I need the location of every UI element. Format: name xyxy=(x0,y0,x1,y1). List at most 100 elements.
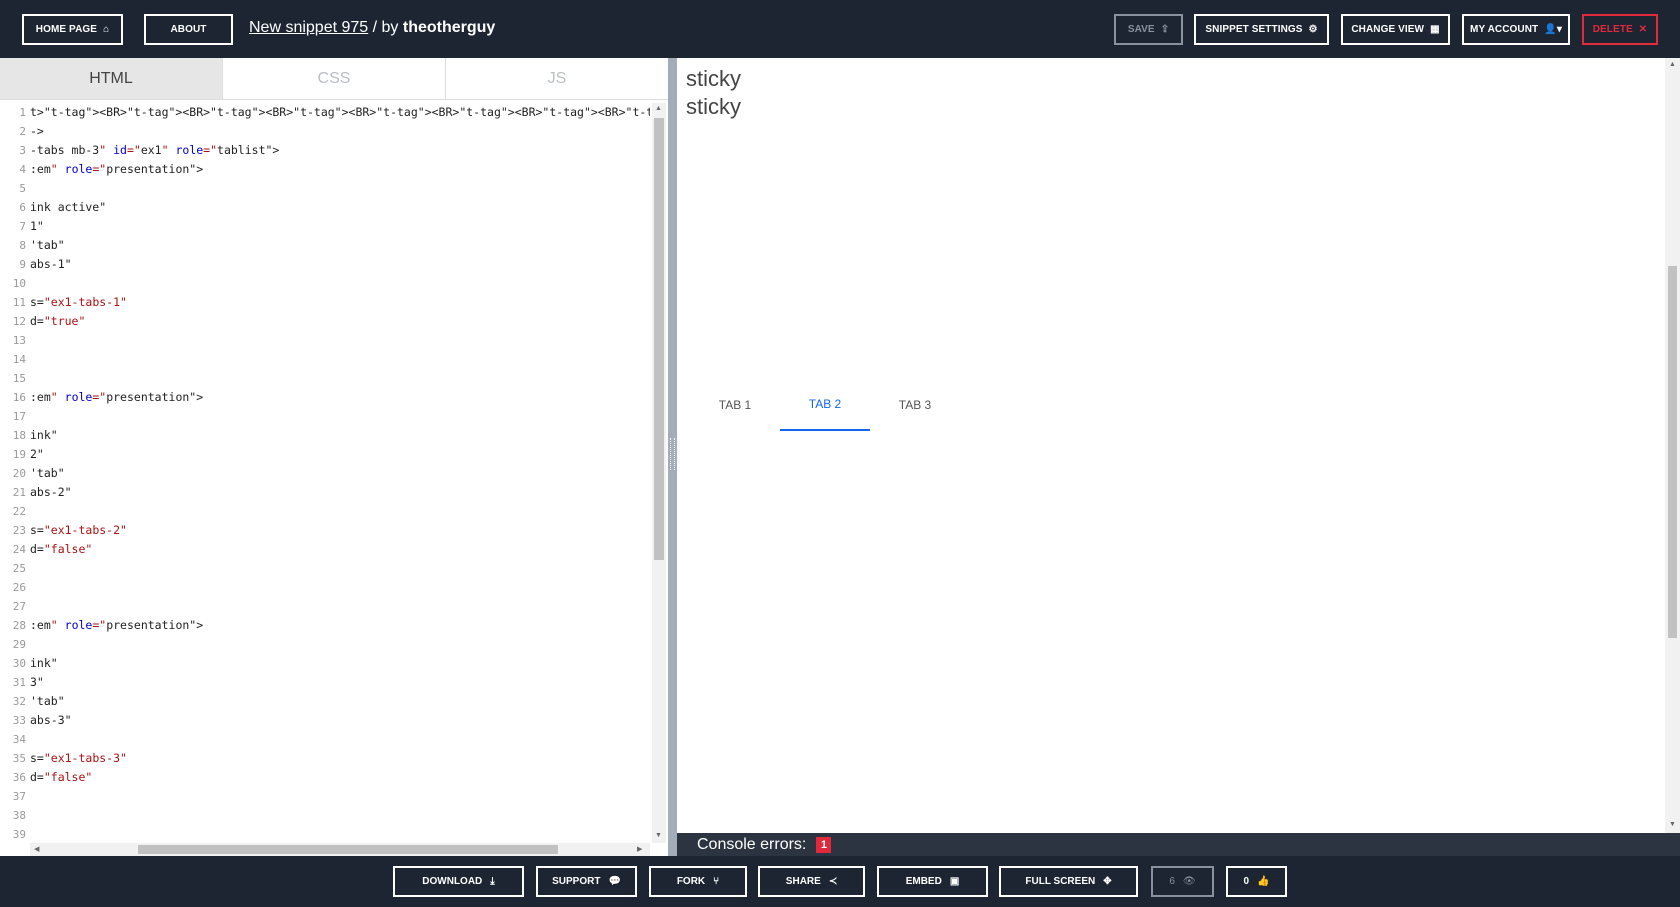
code-line[interactable]: t>"t-tag"><BR>"t-tag"><BR>"t-tag"><BR>"t… xyxy=(30,103,650,122)
code-line[interactable] xyxy=(30,502,650,521)
code-line[interactable]: abs-3" xyxy=(30,711,650,730)
code-line[interactable] xyxy=(30,407,650,426)
line-number: 20 xyxy=(12,467,26,480)
change-view-button[interactable]: CHANGE VIEW ▦ xyxy=(1341,14,1450,45)
editor-horizontal-scrollbar[interactable]: ◀ ▶ xyxy=(30,843,650,856)
scroll-down-icon[interactable]: ▼ xyxy=(1669,821,1676,828)
code-line[interactable] xyxy=(30,787,650,806)
line-number: 18 xyxy=(12,429,26,442)
code-line[interactable] xyxy=(30,179,650,198)
code-line[interactable] xyxy=(30,274,650,293)
code-line[interactable]: :em" role="presentation"> xyxy=(30,160,650,179)
editor-vertical-scrollbar[interactable]: ▲ ▼ xyxy=(652,103,666,843)
code-line[interactable] xyxy=(30,559,650,578)
change-view-label: CHANGE VIEW xyxy=(1351,24,1425,35)
tab-js[interactable]: JS xyxy=(446,58,668,99)
bottom-toolbar: DOWNLOAD ⤓ SUPPORT 💬 FORK ⑂ SHARE ≺ EMBE… xyxy=(0,856,1680,907)
embed-label: EMBED xyxy=(905,876,942,887)
code-line[interactable] xyxy=(30,331,650,350)
code-line[interactable]: d="true" xyxy=(30,312,650,331)
snippet-settings-button[interactable]: SNIPPET SETTINGS ⚙ xyxy=(1194,14,1329,45)
line-number: 27 xyxy=(12,600,26,613)
code-line[interactable]: 2" xyxy=(30,445,650,464)
full-screen-button[interactable]: FULL SCREEN ✥ xyxy=(999,866,1138,897)
by-text: / by xyxy=(368,19,403,36)
top-navbar: HOME PAGE ⌂ ABOUT New snippet 975 / by t… xyxy=(0,0,1680,58)
code-area[interactable]: 1 2 3 4 5 6 7 8 9 10 11 12 13 14 15 16 17 18 19 20 21 22 23 24 2… xyxy=(0,103,650,843)
line-number: 15 xyxy=(12,372,26,385)
code-line[interactable]: 'tab" xyxy=(30,464,650,483)
preview-vertical-scrollbar[interactable]: ▲ ▼ xyxy=(1665,58,1680,833)
code-line[interactable]: :em" role="presentation"> xyxy=(30,616,650,635)
like-button[interactable]: 0 👍 xyxy=(1226,866,1287,897)
code-line[interactable]: ink active" xyxy=(30,198,650,217)
tab-html[interactable]: HTML xyxy=(0,58,223,99)
embed-button[interactable]: EMBED ▣ xyxy=(877,866,988,897)
preview-tab-3[interactable]: TAB 3 xyxy=(870,379,960,431)
code-line[interactable] xyxy=(30,635,650,654)
about-button[interactable]: ABOUT xyxy=(144,14,233,45)
line-number: 5 xyxy=(19,182,26,195)
scroll-left-icon[interactable]: ◀ xyxy=(34,845,39,853)
line-number: 30 xyxy=(12,657,26,670)
code-line[interactable]: abs-1" xyxy=(30,255,650,274)
share-button[interactable]: SHARE ≺ xyxy=(758,866,865,897)
code-line[interactable]: :em" role="presentation"> xyxy=(30,388,650,407)
download-icon: ⤓ xyxy=(490,876,495,887)
delete-button[interactable]: DELETE ✕ xyxy=(1582,14,1658,45)
code-line[interactable]: d="false" xyxy=(30,540,650,559)
code-line[interactable] xyxy=(30,730,650,749)
code-line[interactable]: s="ex1-tabs-2" xyxy=(30,521,650,540)
line-number: 13 xyxy=(12,334,26,347)
code-line[interactable]: -tabs mb-3" id="ex1" role="tablist"> xyxy=(30,141,650,160)
code-line[interactable] xyxy=(30,578,650,597)
code-lines[interactable]: t>"t-tag"><BR>"t-tag"><BR>"t-tag"><BR>"t… xyxy=(30,103,650,843)
line-number: 9 xyxy=(19,258,26,271)
code-line[interactable] xyxy=(30,369,650,388)
my-account-button[interactable]: MY ACCOUNT 👤▾ xyxy=(1462,14,1570,45)
code-line[interactable]: 1" xyxy=(30,217,650,236)
save-button[interactable]: SAVE ⇪ xyxy=(1114,14,1183,45)
code-line[interactable]: -> xyxy=(30,122,650,141)
download-button[interactable]: DOWNLOAD ⤓ xyxy=(393,866,524,897)
code-line[interactable]: s="ex1-tabs-1" xyxy=(30,293,650,312)
scroll-down-icon[interactable]: ▼ xyxy=(655,832,662,839)
home-page-button[interactable]: HOME PAGE ⌂ xyxy=(22,14,123,45)
line-number: 33 xyxy=(12,714,26,727)
support-button[interactable]: SUPPORT 💬 xyxy=(536,866,637,897)
line-number: 31 xyxy=(12,676,26,689)
code-line[interactable] xyxy=(30,806,650,825)
code-line[interactable]: abs-2" xyxy=(30,483,650,502)
preview-scroll-thumb[interactable] xyxy=(1668,266,1677,638)
scroll-right-icon[interactable]: ▶ xyxy=(637,845,642,853)
line-number: 1 xyxy=(19,106,26,119)
preview-tab-1[interactable]: TAB 1 xyxy=(690,379,780,431)
code-line[interactable] xyxy=(30,825,650,843)
arrows-icon: ✥ xyxy=(1103,876,1112,887)
console-errors-bar[interactable]: Console errors: 1 xyxy=(677,833,1680,856)
code-line[interactable]: 'tab" xyxy=(30,692,650,711)
line-number: 8 xyxy=(19,239,26,252)
pane-splitter[interactable] xyxy=(668,58,677,856)
drag-handle-icon[interactable] xyxy=(670,438,675,470)
code-line[interactable]: d="false" xyxy=(30,768,650,787)
preview-tab-2[interactable]: TAB 2 xyxy=(780,379,870,431)
code-line[interactable]: ink" xyxy=(30,654,650,673)
share-icon: ≺ xyxy=(828,876,838,887)
likes-count: 0 xyxy=(1243,876,1250,887)
scroll-up-icon[interactable]: ▲ xyxy=(655,105,662,112)
snippet-title-link[interactable]: New snippet 975 xyxy=(249,19,368,36)
code-line[interactable] xyxy=(30,597,650,616)
fork-button[interactable]: FORK ⑂ xyxy=(649,866,747,897)
code-line[interactable] xyxy=(30,350,650,369)
scroll-up-icon[interactable]: ▲ xyxy=(1669,61,1676,68)
line-number: 10 xyxy=(12,277,26,290)
code-line[interactable]: 'tab" xyxy=(30,236,650,255)
code-line[interactable]: s="ex1-tabs-3" xyxy=(30,749,650,768)
editor-horizontal-scroll-thumb[interactable] xyxy=(138,845,558,854)
code-line[interactable]: 3" xyxy=(30,673,650,692)
code-line[interactable]: ink" xyxy=(30,426,650,445)
editor-vertical-scroll-thumb[interactable] xyxy=(654,118,664,560)
home-page-label: HOME PAGE xyxy=(35,24,98,35)
tab-css[interactable]: CSS xyxy=(223,58,446,99)
